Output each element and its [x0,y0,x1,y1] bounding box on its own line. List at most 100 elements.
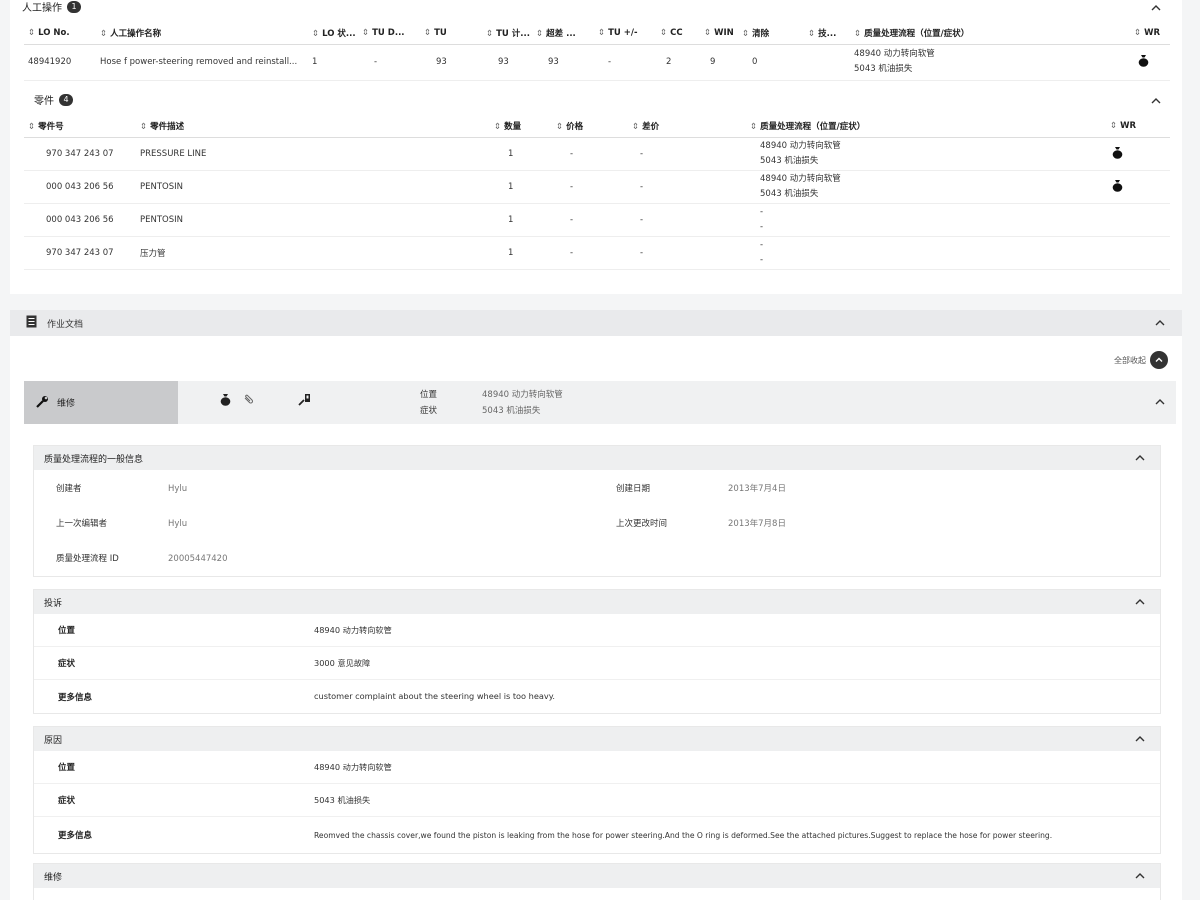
part-price: - [552,170,628,204]
part-desc: PENTOSIN [136,170,490,204]
parts-col-price[interactable]: ⇕ 价格 [552,115,628,138]
labor-section-header[interactable]: 人工操作 1 [22,0,81,14]
labor-col-tu-pm[interactable]: ⇕ TU +/- [594,22,656,45]
part-qm-symptom: 5043 机油损失 [760,188,819,199]
part-qm-symptom: 5043 机油损失 [760,155,819,166]
parts-col-desc[interactable]: ⇕ 零件描述 [136,115,490,138]
cause-more-row: 更多信息 Reomved the chassis cover,we found … [34,817,1160,853]
parts-col-no[interactable]: ⇕ 零件号 [24,115,136,138]
labor-col-tu-d[interactable]: ⇕ TU D... [358,22,420,45]
part-no: 000 043 206 56 [24,203,136,237]
labor-col-qm[interactable]: ⇕ 质量处理流程（位置/症状） [850,22,1056,45]
labor-name: Hose f power-steering removed and reinst… [96,44,308,81]
cause-more-value: Reomved the chassis cover,we found the p… [314,830,1053,840]
money-bag-icon[interactable] [1112,179,1123,192]
cause-collapse-icon[interactable] [1134,733,1146,745]
labor-clear: 0 [738,44,804,81]
part-wr [1096,203,1170,237]
money-bag-icon[interactable] [1138,54,1149,67]
complaint-more-value: customer complaint about the steering wh… [314,691,556,701]
creator-value: Hylu [168,484,188,494]
wrench-icon [36,395,49,411]
labor-tu-d: - [358,44,420,81]
labor-col-cc[interactable]: ⇕ CC [656,22,700,45]
repair-collapse-icon[interactable] [1154,396,1166,408]
money-bag-icon[interactable] [220,393,231,409]
creator-label: 创建者 [56,484,82,494]
parts-col-qm[interactable]: ⇕ 质量处理流程（位置/症状） [746,115,1096,138]
creator-field: 创建者 Hylu [56,482,187,494]
qm-id-field: 质量处理流程 ID 20005447420 [56,552,228,564]
created-date-value: 2013年7月4日 [728,484,786,494]
labor-qm-position: 48940 动力转向软管 [854,49,935,59]
editor-field: 上一次编辑者 Hylu [56,517,187,529]
labor-col-tu-calc[interactable]: ⇕ TU 计... [482,22,532,45]
labor-col-win[interactable]: ⇕ WIN [700,22,738,45]
cause-header[interactable]: 原因 [34,727,1160,751]
part-no: 970 347 243 07 [24,236,136,270]
table-row[interactable]: 970 347 243 07 压力管 1 - - - - [24,236,1170,270]
editor-value: Hylu [168,519,188,529]
cause-position-row: 位置 48940 动力转向软管 [34,751,1160,784]
tools-icon[interactable] [298,393,312,409]
labor-status: 1 [308,44,358,81]
general-collapse-icon[interactable] [1134,452,1146,464]
labor-col-tu[interactable]: ⇕ TU [420,22,482,45]
parts-col-qty[interactable]: ⇕ 数量 [490,115,552,138]
general-info-title: 质量处理流程的一般信息 [44,454,144,465]
chevron-up-icon [1150,351,1168,369]
complaint-header[interactable]: 投诉 [34,590,1160,614]
part-diff: - [628,203,746,237]
part-qm: 48940 动力转向软管 5043 机油损失 [746,137,1096,171]
repair-card-collapse-icon[interactable] [1134,870,1146,882]
labor-collapse-icon[interactable] [1150,2,1162,14]
labor-col-status[interactable]: ⇕ LO 状... [308,22,358,45]
table-row[interactable]: 970 347 243 07 PRESSURE LINE 1 - - 48940… [24,137,1170,171]
parts-col-diff[interactable]: ⇕ 差价 [628,115,746,138]
collapse-all-button[interactable]: 全部收起 [1114,351,1168,369]
labor-col-over[interactable]: ⇕ 超差 ... [532,22,594,45]
docs-section-header[interactable]: 作业文档 [10,310,1182,336]
general-info-header[interactable]: 质量处理流程的一般信息 [34,446,1160,470]
top-panel: 人工操作 1 ⇕ LO No. ⇕ 人工操作名称 ⇕ LO 状... ⇕ TU D...… [10,0,1182,294]
general-info-card: 质量处理流程的一般信息 创建者 Hylu 创建日期 2013年7月4日 上一次编辑者… [33,445,1161,577]
repair-tab[interactable]: 维修 [24,381,178,424]
table-row[interactable]: 48941920 Hose f power-steering removed a… [24,44,1170,81]
part-diff: - [628,170,746,204]
labor-col-tech[interactable]: ⇕ 技... [804,22,850,45]
part-wr [1096,137,1170,171]
part-diff: - [628,137,746,171]
repair-card-header[interactable]: 维修 [34,864,1160,888]
complaint-body: 位置 48940 动力转向软管 症状 3000 意见故障 更多信息 custom… [34,614,1160,713]
labor-col-name[interactable]: ⇕ 人工操作名称 [96,22,308,45]
parts-section-header[interactable]: 零件 4 [34,92,73,107]
part-qm-symptom: - [760,221,764,232]
part-qm: 48940 动力转向软管 5043 机油损失 [746,170,1096,204]
repair-card-title: 维修 [44,872,63,883]
parts-col-wr[interactable]: ⇕ WR [1096,115,1170,138]
qm-id-label: 质量处理流程 ID [56,554,119,564]
cause-symptom-value: 5043 机油损失 [314,794,371,805]
repair-position-value: 48940 动力转向软管 [482,390,563,400]
part-wr [1096,236,1170,270]
labor-col-lo-no[interactable]: ⇕ LO No. [24,22,96,45]
repair-tab-label: 维修 [57,399,76,409]
parts-section-title: 零件 [34,96,54,107]
part-desc: 压力管 [136,236,490,270]
labor-col-clear[interactable]: ⇕ 清除 [738,22,804,45]
labor-col-wr[interactable]: ⇕ WR [1056,22,1170,45]
part-qm: - - [746,236,1096,270]
complaint-collapse-icon[interactable] [1134,596,1146,608]
docs-collapse-icon[interactable] [1154,317,1166,329]
cause-symptom-row: 症状 5043 机油损失 [34,784,1160,817]
table-row[interactable]: 000 043 206 56 PENTOSIN 1 - - 48940 动力转向… [24,170,1170,204]
labor-tu-pm: - [594,44,656,81]
money-bag-icon[interactable] [1112,146,1123,159]
repair-summary: 位置 48940 动力转向软管 症状 5043 机油损失 [420,387,563,419]
part-qty: 1 [490,170,552,204]
parts-collapse-icon[interactable] [1150,95,1162,107]
part-qty: 1 [490,203,552,237]
table-row[interactable]: 000 043 206 56 PENTOSIN 1 - - - - [24,203,1170,237]
paperclip-icon[interactable] [243,394,254,408]
complaint-card: 投诉 位置 48940 动力转向软管 症状 3000 意见故障 更多信息 cus… [33,589,1161,714]
